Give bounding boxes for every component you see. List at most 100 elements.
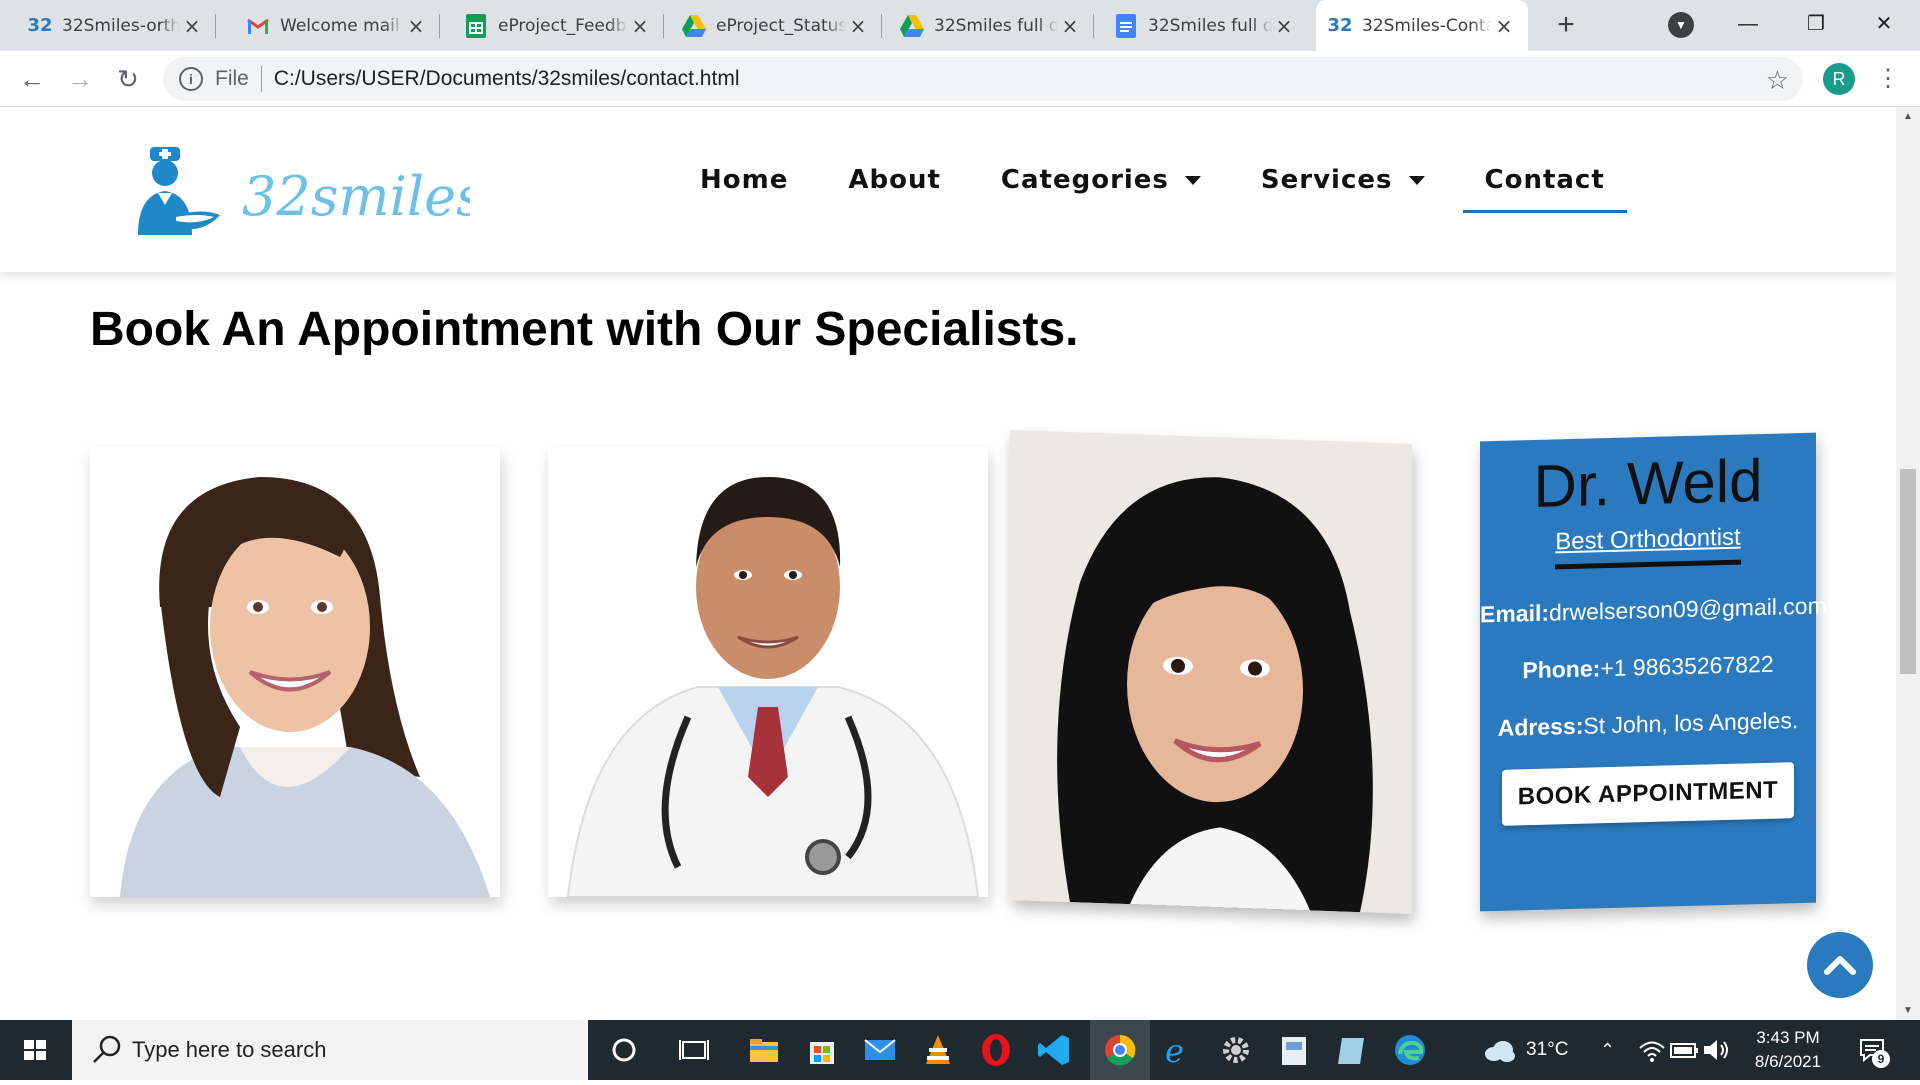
document-viewer-icon[interactable] xyxy=(1276,1032,1312,1068)
restore-button[interactable]: ❐ xyxy=(1786,6,1846,42)
logo-wordmark: 32smiles xyxy=(242,165,470,228)
nav-home-label: Home xyxy=(700,165,789,195)
vlc-icon[interactable] xyxy=(920,1032,956,1068)
specialist-man-image xyxy=(548,447,988,898)
nav-about-label: About xyxy=(848,165,941,195)
taskbar-search-box[interactable]: Type here to search xyxy=(72,1020,588,1080)
specialist-photo-man xyxy=(548,447,988,898)
tab-close-icon[interactable]: × xyxy=(628,14,652,38)
volume-icon[interactable] xyxy=(1700,1034,1732,1066)
tab-search-icon[interactable]: ▼ xyxy=(1668,12,1694,38)
tab-title: eProject_Feedback xyxy=(498,15,628,36)
email-value: drwelserson09@gmail.com xyxy=(1549,592,1827,626)
back-to-top-button[interactable] xyxy=(1807,932,1873,998)
phone-value: +1 98635267822 xyxy=(1600,650,1774,682)
microsoft-store-icon[interactable] xyxy=(804,1032,840,1068)
tab-title: 32Smiles full doc xyxy=(1148,15,1272,36)
doctor-contact-card: Dr. Weld Best Orthodontist Email:drwelse… xyxy=(1480,432,1827,912)
page-viewport: 32smiles Home About Categories Services … xyxy=(0,107,1896,1020)
notepad-icon[interactable] xyxy=(1334,1032,1370,1068)
task-view-icon[interactable] xyxy=(676,1032,712,1068)
nav-services-dropdown[interactable]: Services xyxy=(1261,165,1425,195)
book-appointment-button[interactable]: BOOK APPOINTMENT xyxy=(1501,762,1795,826)
specialist-woman-image xyxy=(90,447,500,897)
tab-32smiles-contact[interactable]: 32 32Smiles-Contact × xyxy=(1316,0,1528,51)
specialist-woman-dark-hair-image xyxy=(1010,429,1412,915)
docs-icon xyxy=(1114,13,1138,38)
search-icon xyxy=(93,1035,121,1063)
settings-gear-icon[interactable] xyxy=(1218,1032,1254,1068)
forward-arrow-icon[interactable]: → xyxy=(64,63,96,95)
internet-explorer-icon[interactable]: e xyxy=(1160,1032,1196,1068)
scrollbar-thumb[interactable] xyxy=(1900,469,1916,674)
scroll-up-arrow-icon[interactable]: ▲ xyxy=(1902,111,1914,122)
notification-count-badge: 9 xyxy=(1872,1050,1890,1068)
dentist-logo-icon: 32smiles xyxy=(138,147,484,235)
mail-icon[interactable] xyxy=(862,1032,898,1068)
tab-close-icon[interactable]: × xyxy=(1272,14,1296,38)
nav-about[interactable]: About xyxy=(848,165,941,195)
caret-down-icon xyxy=(1184,175,1201,185)
tab-32smiles-full-doc-drive[interactable]: 32Smiles full doc × xyxy=(888,0,1094,51)
action-center-button[interactable]: 9 xyxy=(1858,1036,1890,1068)
tab-eproject-feedback[interactable]: eProject_Feedback × xyxy=(452,0,664,51)
tab-eproject-status[interactable]: eProject_Status × xyxy=(670,0,882,51)
clock-time: 3:43 PM xyxy=(1756,1028,1820,1047)
chevron-up-icon: ⌃ xyxy=(1600,1039,1616,1060)
specialist-photo-woman xyxy=(90,447,500,897)
address-label: Adress: xyxy=(1497,712,1584,741)
minimize-button[interactable]: — xyxy=(1718,6,1778,42)
url-text[interactable]: C:/Users/USER/Documents/32smiles/contact… xyxy=(274,67,740,91)
cortana-icon[interactable] xyxy=(606,1032,642,1068)
browser-menu-icon[interactable]: ⋮ xyxy=(1876,63,1900,95)
site-header: 32smiles Home About Categories Services … xyxy=(0,107,1896,272)
tab-title: 32Smiles-orthodontist xyxy=(62,15,180,36)
address-bar[interactable]: i File C:/Users/USER/Documents/32smiles/… xyxy=(163,57,1803,101)
tab-separator xyxy=(439,14,440,38)
back-arrow-icon[interactable]: ← xyxy=(16,63,48,95)
tab-close-icon[interactable]: × xyxy=(180,14,204,38)
tab-close-icon[interactable]: × xyxy=(1058,14,1082,38)
new-tab-button[interactable]: + xyxy=(1548,8,1584,44)
info-icon[interactable]: i xyxy=(179,67,203,91)
tab-32smiles-full-doc-docs[interactable]: 32Smiles full doc × xyxy=(1102,0,1308,51)
reload-icon[interactable]: ↻ xyxy=(112,63,144,95)
nav-contact[interactable]: Contact xyxy=(1462,165,1628,213)
tab-close-icon[interactable]: × xyxy=(1492,14,1516,38)
sheets-icon xyxy=(464,13,488,38)
drive-icon xyxy=(682,14,706,38)
profile-avatar[interactable]: R xyxy=(1823,63,1855,95)
file-explorer-icon[interactable] xyxy=(746,1032,782,1068)
specialist-photo-woman-dark-hair xyxy=(1010,429,1412,915)
scroll-down-arrow-icon[interactable]: ▼ xyxy=(1902,1005,1914,1016)
chrome-icon[interactable] xyxy=(1102,1032,1138,1068)
doctor-role-link[interactable]: Best Orthodontist xyxy=(1555,523,1741,570)
tab-separator xyxy=(663,14,664,38)
start-button[interactable] xyxy=(0,1020,70,1080)
tab-close-icon[interactable]: × xyxy=(404,14,428,38)
tab-separator xyxy=(1093,14,1094,38)
show-hidden-icons-button[interactable]: ⌃ xyxy=(1600,1020,1615,1080)
system-clock[interactable]: 3:43 PM 8/6/2021 xyxy=(1740,1026,1836,1074)
wifi-icon[interactable] xyxy=(1636,1034,1668,1066)
doctor-email: Email:drwelserson09@gmail.com xyxy=(1480,592,1827,629)
opera-icon[interactable] xyxy=(978,1032,1014,1068)
vscode-icon[interactable] xyxy=(1036,1032,1072,1068)
email-label: Email: xyxy=(1480,599,1550,628)
svg-text:e: e xyxy=(1165,1032,1184,1068)
battery-icon[interactable] xyxy=(1668,1034,1700,1066)
page-scrollbar[interactable]: ▲ ▼ xyxy=(1896,107,1920,1020)
close-window-button[interactable]: ✕ xyxy=(1854,6,1914,42)
tab-close-icon[interactable]: × xyxy=(846,14,870,38)
site-logo[interactable]: 32smiles xyxy=(130,145,484,245)
edge-icon[interactable] xyxy=(1392,1032,1428,1068)
tab-title: 32Smiles-Contact xyxy=(1362,15,1492,36)
bookmark-star-icon[interactable]: ☆ xyxy=(1766,65,1789,96)
weather-widget[interactable]: 31°C xyxy=(1482,1020,1568,1080)
drive-icon xyxy=(900,14,924,38)
nav-home[interactable]: Home xyxy=(700,165,788,195)
nav-categories-dropdown[interactable]: Categories xyxy=(1001,165,1201,195)
32smiles-favicon-icon: 32 xyxy=(27,15,53,36)
tab-welcome-mail[interactable]: Welcome mail × xyxy=(234,0,440,51)
tab-32smiles-orthodontist[interactable]: 32 32Smiles-orthodontist × xyxy=(16,0,216,51)
